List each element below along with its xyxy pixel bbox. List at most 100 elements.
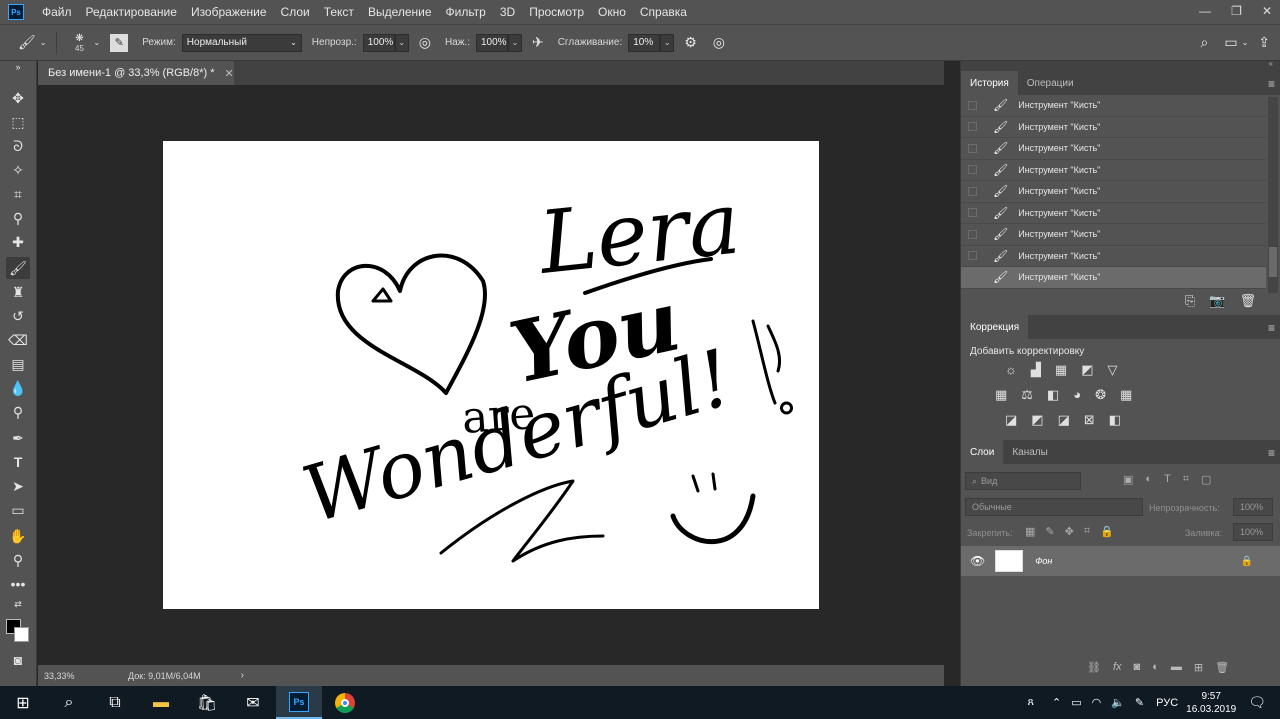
- type-tool-icon[interactable]: T: [6, 451, 30, 473]
- scrollbar-thumb[interactable]: [1269, 247, 1277, 277]
- flow-input[interactable]: 100%: [475, 33, 508, 52]
- background-color-swatch[interactable]: [14, 627, 29, 642]
- shape-filter-icon[interactable]: ⌗: [1183, 473, 1189, 486]
- visibility-eye-icon[interactable]: 👁: [970, 554, 985, 568]
- panel-menu-icon[interactable]: ≡: [1268, 446, 1275, 460]
- gradient-tool-icon[interactable]: ▤: [6, 353, 30, 375]
- vibrance-icon[interactable]: ▽: [1108, 362, 1118, 378]
- adjustment-layer-icon[interactable]: ◐: [1152, 661, 1159, 674]
- channel-mixer-icon[interactable]: ❂: [1095, 387, 1106, 403]
- language-indicator[interactable]: РУС: [1156, 697, 1178, 709]
- lock-icon[interactable]: 🔒: [1241, 556, 1253, 567]
- history-snapshot-checkbox[interactable]: [968, 229, 977, 239]
- color-balance-icon[interactable]: ⚖: [1021, 387, 1033, 403]
- zoom-tool-icon[interactable]: ⚲: [6, 549, 30, 571]
- menu-type[interactable]: Текст: [324, 5, 354, 19]
- pen-icon[interactable]: ✎: [1135, 696, 1144, 709]
- tab-history[interactable]: История: [961, 71, 1018, 95]
- layer-name[interactable]: Фон: [1035, 556, 1052, 566]
- pressure-size-icon[interactable]: ◎: [713, 34, 725, 51]
- brush-preset-picker[interactable]: ❋ 45: [67, 33, 91, 53]
- clone-stamp-tool-icon[interactable]: ♜: [6, 281, 30, 303]
- menu-filter[interactable]: Фильтр: [446, 5, 486, 19]
- brush-tool-icon[interactable]: 🖌: [6, 257, 30, 279]
- history-snapshot-checkbox[interactable]: [968, 186, 977, 196]
- dodge-tool-icon[interactable]: ⚲: [6, 401, 30, 423]
- clock[interactable]: 9:57 16.03.2019: [1186, 690, 1236, 716]
- history-row[interactable]: 🖌 Инструмент "Кисть": [961, 203, 1266, 224]
- chevron-down-icon[interactable]: ⌄: [1242, 38, 1249, 47]
- history-row[interactable]: 🖌 Инструмент "Кисть": [961, 181, 1266, 203]
- camera-icon[interactable]: 📷: [1209, 293, 1225, 309]
- new-layer-icon[interactable]: ⊞: [1194, 661, 1203, 674]
- battery-icon[interactable]: ▭: [1071, 696, 1081, 709]
- history-row[interactable]: 🖌 Инструмент "Кисть": [961, 160, 1266, 181]
- blend-mode-select[interactable]: Обычные: [965, 498, 1143, 516]
- gear-icon[interactable]: ⚙: [684, 34, 697, 51]
- swap-colors-icon[interactable]: ⇄: [6, 597, 30, 611]
- photo-filter-icon[interactable]: ◕: [1073, 387, 1081, 403]
- collapse-icon[interactable]: «: [1269, 59, 1273, 68]
- panel-menu-icon[interactable]: ≡: [1268, 321, 1275, 335]
- tab-adjustments[interactable]: Коррекция: [961, 315, 1029, 339]
- hue-saturation-icon[interactable]: ▦: [995, 387, 1007, 403]
- menu-view[interactable]: Просмотр: [529, 5, 584, 19]
- history-scrollbar[interactable]: [1268, 97, 1278, 293]
- lock-artboard-icon[interactable]: ⌗: [1084, 525, 1090, 538]
- more-tools-icon[interactable]: •••: [6, 573, 30, 595]
- rectangle-tool-icon[interactable]: ▭: [6, 499, 30, 521]
- move-tool-icon[interactable]: ✥: [6, 87, 30, 109]
- marquee-tool-icon[interactable]: ⬚: [6, 111, 30, 133]
- restore-icon[interactable]: ❐: [1231, 4, 1242, 18]
- posterize-icon[interactable]: ◩: [1031, 412, 1043, 428]
- notifications-icon[interactable]: 🗨: [1248, 694, 1266, 711]
- history-row[interactable]: 🖌 Инструмент "Кисть": [961, 117, 1266, 138]
- mail-icon[interactable]: ✉: [230, 686, 276, 719]
- link-layers-icon[interactable]: ⛓: [1087, 661, 1101, 674]
- blur-tool-icon[interactable]: 💧: [6, 377, 30, 399]
- color-lookup-icon[interactable]: ▦: [1120, 387, 1132, 403]
- history-row[interactable]: 🖌 Инструмент "Кисть": [961, 267, 1266, 289]
- adjustment-filter-icon[interactable]: ◐: [1145, 473, 1152, 486]
- menu-layers[interactable]: Слои: [281, 5, 310, 19]
- eyedropper-tool-icon[interactable]: ⚲: [6, 207, 30, 229]
- history-snapshot-checkbox[interactable]: [968, 122, 977, 132]
- windows-start-icon[interactable]: ⊞: [0, 686, 46, 719]
- menu-select[interactable]: Выделение: [368, 5, 432, 19]
- tab-channels[interactable]: Каналы: [1003, 440, 1057, 464]
- hand-tool-icon[interactable]: ✋: [6, 525, 30, 547]
- canvas-workspace[interactable]: Lera You are Wonderful!: [38, 85, 944, 665]
- smoothing-dropdown-button[interactable]: ⌄: [660, 33, 675, 52]
- pen-tool-icon[interactable]: ✒: [6, 427, 30, 449]
- gradient-map-icon[interactable]: ◧: [1109, 412, 1121, 428]
- history-brush-tool-icon[interactable]: ↺: [6, 305, 30, 327]
- crop-tool-icon[interactable]: ⌗: [6, 183, 30, 205]
- quick-select-tool-icon[interactable]: ✧: [6, 159, 30, 181]
- black-white-icon[interactable]: ◧: [1047, 387, 1059, 403]
- chevron-up-icon[interactable]: ⌃: [1052, 696, 1061, 709]
- layer-filter-search[interactable]: ⌕ Вид: [965, 472, 1081, 490]
- add-mask-icon[interactable]: ◙: [1134, 661, 1141, 674]
- store-icon[interactable]: 🛍: [184, 686, 230, 719]
- exposure-icon[interactable]: ◩: [1081, 362, 1093, 378]
- history-row[interactable]: 🖌 Инструмент "Кисть": [961, 95, 1266, 117]
- workspace-icon[interactable]: ▭: [1224, 34, 1237, 51]
- tab-actions[interactable]: Операции: [1018, 71, 1083, 95]
- panel-menu-icon[interactable]: ≡: [1268, 77, 1275, 91]
- threshold-icon[interactable]: ◪: [1058, 412, 1070, 428]
- network-icon[interactable]: ◠: [1092, 696, 1102, 709]
- airbrush-icon[interactable]: ✈: [532, 34, 544, 51]
- brush-settings-panel-icon[interactable]: ✎: [110, 33, 129, 52]
- menu-image[interactable]: Изображение: [191, 5, 267, 19]
- trash-icon[interactable]: 🗑: [1215, 661, 1229, 674]
- mode-select[interactable]: Нормальный ⌄: [181, 33, 302, 52]
- fx-icon[interactable]: fx: [1113, 661, 1122, 674]
- close-tab-icon[interactable]: ✕: [225, 67, 234, 80]
- flow-dropdown-button[interactable]: ⌄: [507, 33, 522, 52]
- trash-icon[interactable]: 🗑: [1240, 293, 1257, 309]
- pressure-opacity-icon[interactable]: ◎: [419, 34, 431, 51]
- lock-pixels-icon[interactable]: ▦: [1025, 525, 1035, 538]
- quick-mask-icon[interactable]: ◙: [6, 649, 30, 671]
- history-row[interactable]: 🖌 Инструмент "Кисть": [961, 224, 1266, 246]
- new-document-from-state-icon[interactable]: ⎘: [1185, 293, 1195, 309]
